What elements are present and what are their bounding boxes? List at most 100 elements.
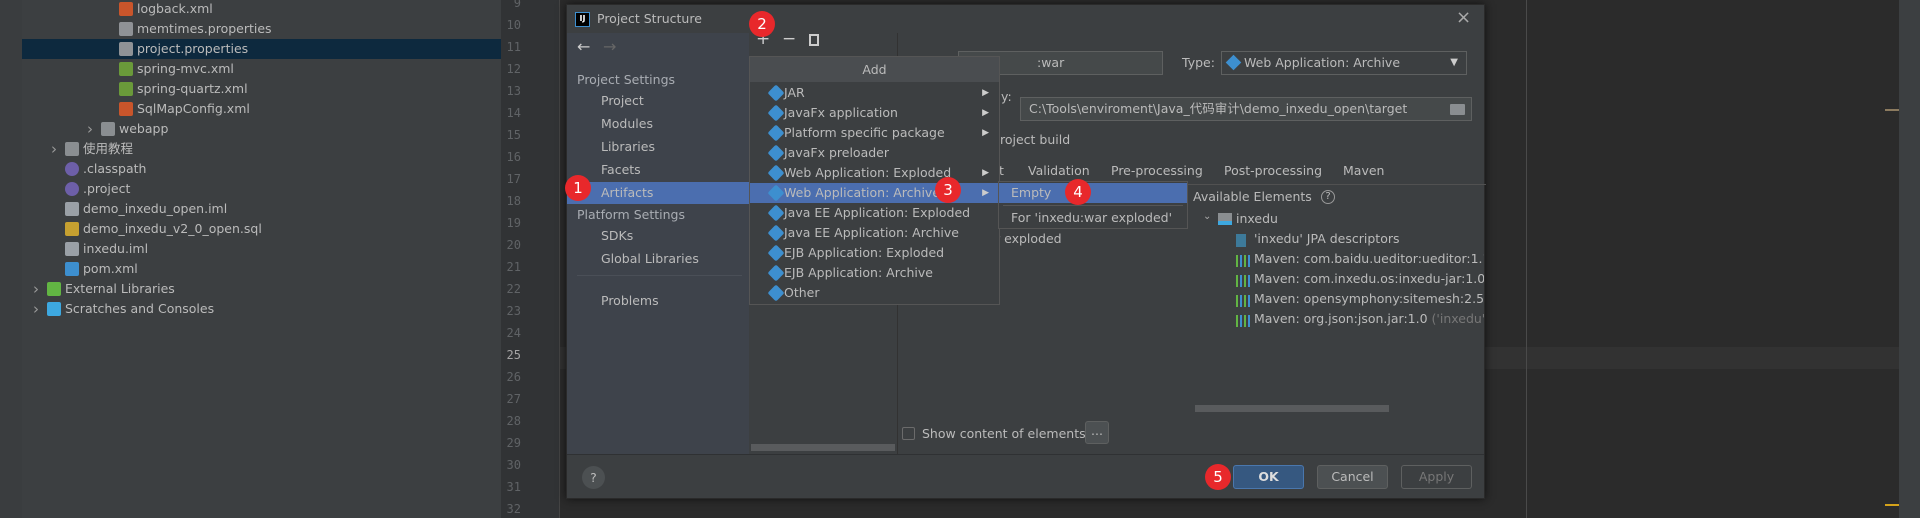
output-directory-input[interactable]: C:\Tools\enviroment\Java_代码审计\demo_inxed… [1020, 97, 1472, 121]
chevron-right-icon[interactable]: › [33, 299, 39, 319]
chevron-right-icon[interactable]: › [33, 279, 39, 299]
tree-item[interactable]: SqlMapConfig.xml [22, 99, 501, 119]
menu-item[interactable]: Java EE Application: Exploded [750, 203, 999, 223]
menu-item[interactable]: EJB Application: Archive [750, 263, 999, 283]
back-arrow-icon[interactable]: ← [577, 37, 590, 56]
show-content-label[interactable]: Show content of elements [922, 426, 1086, 441]
copy-icon[interactable] [809, 34, 819, 46]
menu-item[interactable]: Web Application: Exploded ▶ [750, 163, 999, 183]
type-value: Web Application: Archive [1244, 55, 1401, 70]
sidebar-item-libraries[interactable]: Libraries [567, 136, 749, 158]
tab-3[interactable]: Post-processing [1224, 163, 1322, 178]
chevron-down-icon[interactable]: ⌄ [1203, 211, 1211, 222]
menu-item-label: Web Application: Exploded [784, 165, 952, 180]
editor-gutter: 9 10 11 12 13 14 15 16 17 18 19 20 21 22 23 24 25 26 27 28 2… [501, 0, 560, 518]
menu-item[interactable]: EJB Application: Exploded [750, 243, 999, 263]
menu-item-label: Other [784, 285, 820, 300]
tree-item[interactable]: pom.xml [22, 259, 501, 279]
output-layout-item[interactable]: r exploded [995, 231, 1062, 246]
xml-file-icon [119, 102, 133, 116]
close-icon[interactable]: × [1456, 7, 1471, 28]
sidebar-item-facets[interactable]: Facets [567, 159, 749, 181]
tree-item[interactable]: spring-quartz.xml [22, 79, 501, 99]
chevron-right-icon[interactable]: › [87, 119, 93, 139]
ok-button[interactable]: OK [1233, 465, 1304, 489]
step-badge-4: 4 [1065, 179, 1091, 205]
menu-item[interactable]: JavaFx application ▶ [750, 103, 999, 123]
forward-arrow-icon[interactable]: → [603, 37, 616, 56]
tab-4[interactable]: Maven [1343, 163, 1384, 178]
tree-item[interactable]: demo_inxedu_v2_0_open.sql [22, 219, 501, 239]
help-circle-icon[interactable]: ? [1321, 190, 1335, 204]
sidebar-item-global-libraries[interactable]: Global Libraries [577, 248, 749, 270]
tree-item-label: demo_inxedu_open.iml [83, 201, 228, 216]
dialog-title: Project Structure [597, 11, 702, 26]
tree-item[interactable]: .classpath [22, 159, 501, 179]
archive-submenu: Empty For 'inxedu:war exploded' [998, 181, 1188, 229]
menu-item[interactable]: JAR ▶ [750, 83, 999, 103]
tree-item[interactable]: › 使用教程 [22, 139, 501, 159]
available-element[interactable]: Maven: opensymphony:sitemesh:2.5 ('in [1254, 291, 1484, 306]
tab-2[interactable]: Pre-processing [1111, 163, 1203, 178]
menu-item-label: Web Application: Archive [784, 185, 941, 200]
show-content-checkbox[interactable] [902, 427, 915, 440]
right-margin-guide [1526, 0, 1527, 518]
tree-item[interactable]: .project [22, 179, 501, 199]
menu-item[interactable]: Other [750, 283, 999, 303]
step-badge-1: 1 [565, 175, 591, 201]
artifact-type-icon [767, 104, 785, 122]
menu-item[interactable]: Platform specific package ▶ [750, 123, 999, 143]
tree-item[interactable]: › Scratches and Consoles [22, 299, 501, 319]
tree-item[interactable]: memtimes.properties [22, 19, 501, 39]
available-hscrollbar[interactable] [1195, 405, 1389, 412]
folder-open-icon[interactable] [1450, 104, 1465, 115]
sidebar-item-modules[interactable]: Modules [567, 113, 749, 135]
menu-item-label: Java EE Application: Exploded [784, 205, 971, 220]
ellipsis-button[interactable]: ... [1085, 421, 1109, 444]
warning-stripe-mark[interactable] [1885, 504, 1899, 506]
help-button[interactable]: ? [582, 466, 605, 489]
menu-item[interactable]: Java EE Application: Archive [750, 223, 999, 243]
element-label: Maven: opensymphony:sitemesh:2.5 [1254, 291, 1484, 306]
menu-item[interactable]: Web Application: Archive ▶ [750, 183, 999, 203]
tree-item[interactable]: demo_inxedu_open.iml [22, 199, 501, 219]
tree-item[interactable]: inxedu.iml [22, 239, 501, 259]
build-on-make-label[interactable]: roject build [1000, 132, 1070, 147]
eclipse-file-icon [65, 182, 79, 196]
footer-separator [567, 454, 1484, 455]
available-element[interactable]: Maven: com.baidu.ueditor:ueditor:1.1.2 [1254, 251, 1484, 266]
available-element[interactable]: Maven: com.inxedu.os:inxedu-jar:1.0 ('in [1254, 271, 1484, 286]
sidebar-item-problems[interactable]: Problems [577, 290, 749, 312]
available-element[interactable]: Maven: org.json:json.jar:1.0 ('inxedu' M… [1254, 311, 1484, 326]
tree-item[interactable]: › webapp [22, 119, 501, 139]
error-stripe-mark[interactable] [1885, 109, 1899, 111]
tab-1[interactable]: Validation [1028, 163, 1090, 178]
menu-item-empty[interactable]: Empty [999, 183, 1187, 203]
menu-item-for-exploded[interactable]: For 'inxedu:war exploded' [999, 208, 1187, 228]
chevron-down-icon: ▼ [1450, 57, 1458, 68]
sidebar-item-sdks[interactable]: SDKs [577, 225, 749, 247]
sql-file-icon [65, 222, 79, 236]
sidebar-item-project[interactable]: Project [567, 90, 749, 112]
output-dir-value: C:\Tools\enviroment\Java_代码审计\demo_inxed… [1029, 101, 1408, 116]
element-label: 'inxedu' JPA descriptors [1254, 231, 1400, 246]
tree-item[interactable]: › External Libraries [22, 279, 501, 299]
sidebar-item-artifacts[interactable]: Artifacts [567, 182, 749, 204]
remove-icon[interactable]: − [782, 29, 796, 49]
available-element[interactable]: 'inxedu' JPA descriptors [1254, 231, 1400, 246]
editor-scrollbar[interactable] [1885, 0, 1920, 518]
project-tree[interactable]: logback.xml memtimes.properties project.pr… [0, 0, 501, 518]
sidebar-header-project-settings: Project Settings [577, 72, 676, 87]
tree-item[interactable]: spring-mvc.xml [22, 59, 501, 79]
apply-button[interactable]: Apply [1401, 465, 1472, 489]
type-dropdown[interactable]: Web Application: Archive ▼ [1221, 51, 1467, 75]
artifacts-hscrollbar[interactable] [751, 444, 895, 451]
chevron-right-icon[interactable]: › [51, 139, 57, 159]
menu-item-label: EJB Application: Archive [784, 265, 933, 280]
tree-item-label: spring-quartz.xml [137, 81, 248, 96]
cancel-button[interactable]: Cancel [1317, 465, 1388, 489]
menu-item[interactable]: JavaFx preloader [750, 143, 999, 163]
available-root[interactable]: inxedu [1236, 211, 1278, 226]
tree-item[interactable]: logback.xml [22, 0, 501, 19]
tree-item[interactable]: project.properties [22, 39, 501, 59]
